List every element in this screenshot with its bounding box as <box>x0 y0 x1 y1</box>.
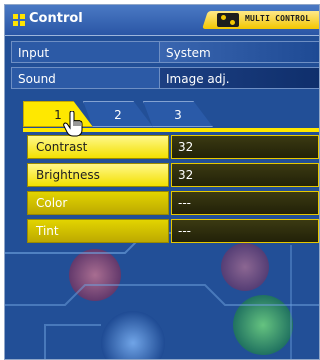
tint-label: Tint <box>27 219 169 243</box>
menu-image-adj[interactable]: Image adj. <box>159 67 319 89</box>
window-header: Control MULTI CONTROL <box>5 5 319 36</box>
menu-row-2: Sound Image adj. <box>11 67 319 89</box>
setting-row-color[interactable]: Color --- <box>27 191 319 215</box>
contrast-value[interactable]: 32 <box>171 135 319 159</box>
multi-control-badge: MULTI CONTROL <box>211 11 319 29</box>
contrast-label: Contrast <box>27 135 169 159</box>
menu-system[interactable]: System <box>159 41 319 63</box>
setting-row-contrast[interactable]: Contrast 32 <box>27 135 319 159</box>
window-title: Control <box>29 11 83 26</box>
setting-row-brightness[interactable]: Brightness 32 <box>27 163 319 187</box>
tab-3[interactable]: 3 <box>143 101 213 127</box>
brightness-value[interactable]: 32 <box>171 163 319 187</box>
tint-value[interactable]: --- <box>171 219 319 243</box>
hand-cursor-icon <box>63 111 83 137</box>
control-icon <box>13 14 25 26</box>
color-label: Color <box>27 191 169 215</box>
color-value[interactable]: --- <box>171 191 319 215</box>
menu-row-1: Input System <box>11 41 319 63</box>
multi-control-label: MULTI CONTROL <box>245 14 311 23</box>
menu-sound[interactable]: Sound <box>11 67 161 89</box>
menu-input[interactable]: Input <box>11 41 161 63</box>
tab-2[interactable]: 2 <box>83 101 153 127</box>
projector-icon <box>217 13 239 27</box>
setting-row-tint[interactable]: Tint --- <box>27 219 319 243</box>
brightness-label: Brightness <box>27 163 169 187</box>
control-panel-window: Control MULTI CONTROL Input System Sound… <box>4 4 320 360</box>
